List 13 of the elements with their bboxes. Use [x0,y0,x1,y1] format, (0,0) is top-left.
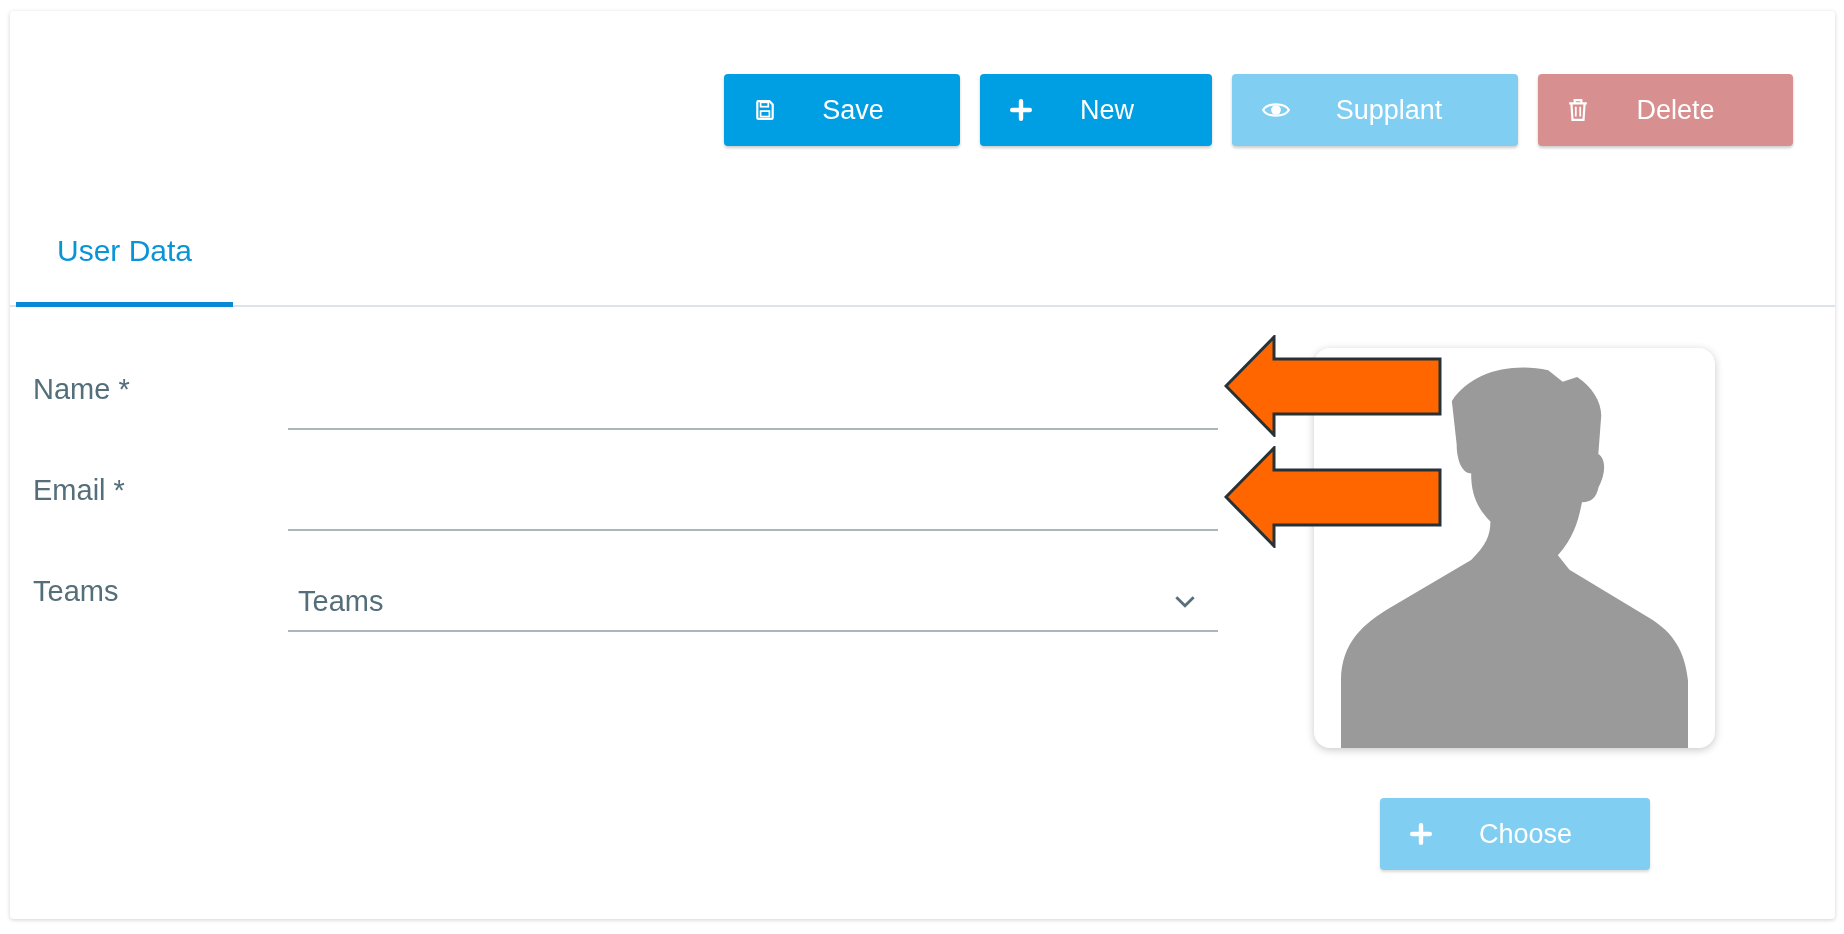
eye-icon [1262,100,1290,120]
save-icon [754,99,776,121]
field-label: Email * [33,473,126,508]
plus-icon [1010,99,1032,121]
field-label: Name * [33,372,131,407]
toolbar-button[interactable]: Save [724,74,960,146]
plus-icon [1409,823,1432,845]
field-label: Teams [33,574,120,609]
tab[interactable]: User Data [16,200,233,307]
select-field[interactable]: Teams [288,572,1218,632]
trash-icon [1568,99,1588,121]
toolbar-button[interactable]: New [980,74,1212,146]
chevron-down-icon [1174,594,1196,608]
